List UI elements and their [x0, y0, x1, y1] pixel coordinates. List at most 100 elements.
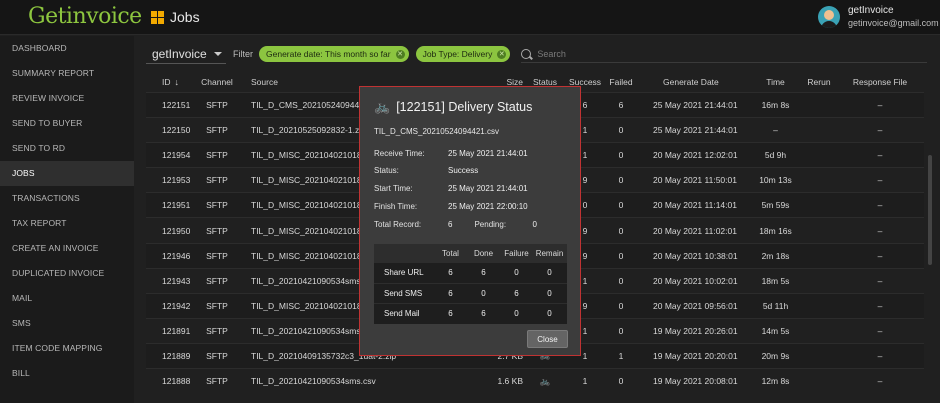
cell-channel: SFTP: [206, 200, 228, 211]
sort-down-icon[interactable]: ↓: [175, 77, 180, 87]
modal-file-name: TIL_D_CMS_20210524094421.csv: [374, 127, 499, 136]
stats-header: Total Done Failure Remain: [442, 249, 564, 258]
sidebar: DASHBOARD SUMMARY REPORT REVIEW INVOICE SEN…: [0, 36, 134, 403]
bike-icon[interactable]: 🚲: [540, 376, 551, 386]
search-input[interactable]: [537, 48, 918, 59]
cell-time: 2m 18s: [761, 250, 790, 261]
cell-channel: SFTP: [206, 350, 228, 361]
cell-date: 19 May 2021 20:08:01: [653, 376, 738, 387]
delivery-status-modal: 🚲 [122151] Delivery Status TIL_D_CMS_202…: [359, 86, 581, 356]
col-size: Size: [506, 76, 523, 87]
total-record-row: Total Record: 6 Pending: 0: [374, 220, 537, 229]
stats-remain: 0: [547, 268, 552, 278]
stats-remain: 0: [547, 309, 552, 319]
sidebar-item-duplicated-invoice[interactable]: DUPLICATED INVOICE: [0, 261, 134, 286]
filter-chip-date[interactable]: Generate date: This month so far ✕: [259, 46, 409, 62]
avatar[interactable]: [818, 6, 840, 28]
stats-total: 6: [448, 268, 453, 278]
filter-label: Filter: [233, 49, 253, 59]
cell-channel: SFTP: [206, 300, 228, 311]
top-bar: Getinvoice Jobs getInvoice getinvoice@gm…: [0, 0, 940, 35]
cell-resp: –: [877, 350, 883, 361]
remove-chip-icon[interactable]: ✕: [395, 49, 405, 59]
col-time: Time: [766, 76, 785, 87]
cell-resp: –: [877, 325, 883, 336]
chevron-down-icon: [214, 51, 222, 56]
stats-done: 0: [481, 288, 486, 298]
cell-failed: 0: [618, 300, 624, 311]
table-row[interactable]: 121888 SFTP TIL_D_20210421090534sms.csv 1.6…: [146, 368, 924, 393]
finish-time-row: Finish Time: 25 May 2021 22:00:10: [374, 202, 528, 211]
user-menu[interactable]: getInvoice getinvoice@gmail.com: [818, 5, 939, 29]
sidebar-item-send-to-buyer[interactable]: SEND TO BUYER: [0, 111, 134, 136]
cell-failed: 0: [618, 376, 624, 387]
stats-row: Send SMS 6 0 6 0: [374, 283, 567, 303]
cell-channel: SFTP: [206, 150, 228, 161]
sidebar-item-send-to-rd[interactable]: SEND TO RD: [0, 136, 134, 161]
cell-failed: 0: [618, 175, 624, 186]
stats-row: Share URL 6 6 0 0: [374, 263, 567, 283]
col-rerun: Rerun: [807, 76, 831, 87]
sidebar-item-summary-report[interactable]: SUMMARY REPORT: [0, 61, 134, 86]
cell-failed: 0: [618, 150, 624, 161]
stats-row: Send Mail 6 6 0 0: [374, 304, 567, 324]
sidebar-item-dashboard[interactable]: DASHBOARD: [0, 36, 134, 61]
sidebar-item-bill[interactable]: BILL: [0, 361, 134, 386]
cell-time: 5d 9h: [764, 150, 787, 161]
cell-date: 20 May 2021 11:50:01: [653, 175, 737, 186]
cell-resp: –: [877, 100, 883, 111]
account-select[interactable]: getInvoice: [146, 44, 226, 64]
cell-id: 121942: [162, 300, 191, 311]
search-box[interactable]: [521, 45, 928, 63]
page-header: Jobs: [151, 9, 200, 25]
cell-time: –: [773, 125, 778, 136]
sidebar-item-transactions[interactable]: TRANSACTIONS: [0, 186, 134, 211]
stats-total: 6: [448, 309, 453, 319]
cell-time: 14m 5s: [761, 325, 790, 336]
cell-date: 19 May 2021 20:20:01: [653, 350, 738, 361]
stats-label: Send Mail: [384, 309, 420, 319]
cell-failed: 0: [618, 225, 624, 236]
sidebar-item-create-an-invoice[interactable]: CREATE AN INVOICE: [0, 236, 134, 261]
stats-failure: 0: [514, 309, 519, 319]
sidebar-item-sms[interactable]: SMS: [0, 311, 134, 336]
cell-resp: –: [877, 150, 883, 161]
stats-failure: 6: [514, 288, 519, 298]
remove-chip-icon[interactable]: ✕: [497, 49, 507, 59]
col-id[interactable]: ID ↓: [146, 77, 195, 87]
cell-channel: SFTP: [206, 250, 228, 261]
cell-date: 20 May 2021 11:14:01: [653, 200, 737, 211]
cell-failed: 0: [618, 325, 624, 336]
cell-channel: SFTP: [206, 175, 228, 186]
sidebar-item-jobs[interactable]: JOBS: [0, 161, 134, 186]
filter-bar: getInvoice Filter Generate date: This mo…: [146, 44, 928, 64]
cell-channel: SFTP: [206, 100, 228, 111]
cell-id: 121943: [162, 275, 191, 286]
stats-failure: 0: [514, 268, 519, 278]
filter-chip-job-type[interactable]: Job Type: Delivery ✕: [415, 46, 511, 62]
user-name: getInvoice: [848, 5, 894, 16]
sidebar-item-item-code-mapping[interactable]: ITEM CODE MAPPING: [0, 336, 134, 361]
cell-source: TIL_D_20210421090534sms.csv: [251, 376, 376, 387]
app-logo[interactable]: Getinvoice: [28, 4, 142, 29]
close-button[interactable]: Close: [527, 330, 568, 348]
sidebar-item-mail[interactable]: MAIL: [0, 286, 134, 311]
cell-resp: –: [877, 225, 883, 236]
col-response-file: Response File: [852, 76, 908, 87]
user-email: getinvoice@gmail.com: [848, 18, 939, 28]
cell-date: 25 May 2021 21:44:01: [653, 125, 738, 136]
cell-resp: –: [877, 250, 883, 261]
table-scrollbar[interactable]: [928, 155, 932, 265]
cell-time: 12m 8s: [761, 376, 790, 387]
col-generate-date: Generate Date: [663, 76, 719, 87]
cell-id: 122151: [162, 100, 191, 111]
cell-id: 121950: [162, 225, 191, 236]
cell-channel: SFTP: [206, 275, 228, 286]
sidebar-item-review-invoice[interactable]: REVIEW INVOICE: [0, 86, 134, 111]
sidebar-item-tax-report[interactable]: TAX REPORT: [0, 211, 134, 236]
receive-time-row: Receive Time: 25 May 2021 21:44:01: [374, 149, 528, 158]
modal-header: 🚲 [122151] Delivery Status: [374, 99, 532, 115]
filter-chip-label: Job Type: Delivery: [422, 49, 493, 59]
col-success: Success: [568, 76, 602, 87]
cell-date: 25 May 2021 21:44:01: [653, 100, 738, 111]
